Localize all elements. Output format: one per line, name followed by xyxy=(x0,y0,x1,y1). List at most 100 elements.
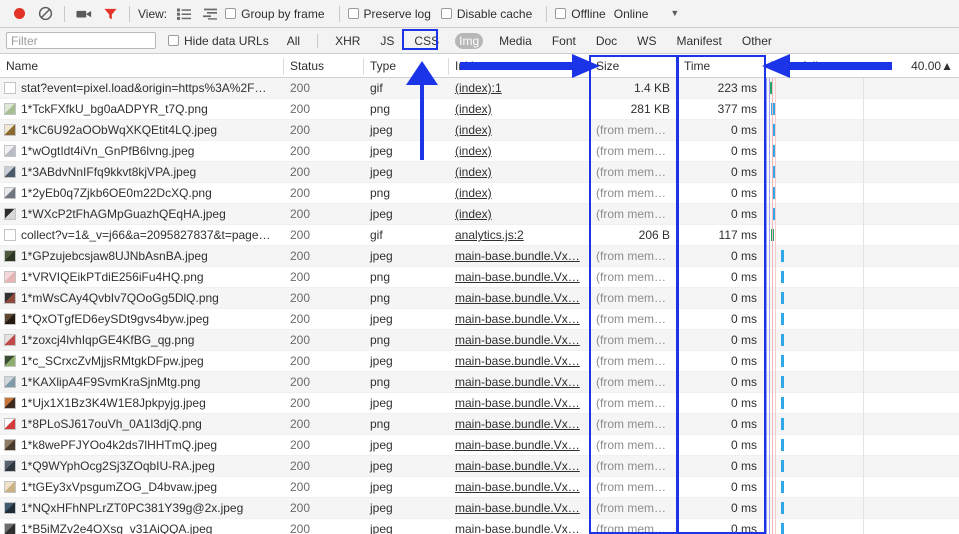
cell-name[interactable]: 1*2yEb0q7Zjkb6OE0m22DcXQ.png xyxy=(0,183,283,203)
filter-type-img[interactable]: Img xyxy=(455,32,484,49)
initiator-link[interactable]: main-base.bundle.Vx… xyxy=(455,375,580,389)
table-body[interactable]: stat?event=pixel.load&origin=https%3A%2F… xyxy=(0,78,959,534)
initiator-link[interactable]: (index) xyxy=(455,207,492,221)
cell-waterfall[interactable] xyxy=(765,519,959,534)
column-header-name[interactable]: Name xyxy=(0,55,283,77)
table-row[interactable]: collect?v=1&_v=j66&a=2095827837&t=page… 2… xyxy=(0,225,959,246)
column-header-time[interactable]: Time xyxy=(678,55,764,77)
waterfall-view-button[interactable] xyxy=(197,1,223,27)
cell-waterfall[interactable] xyxy=(765,456,959,477)
table-row[interactable]: 1*TckFXfkU_bg0aADPYR_t7Q.png 200 png (index… xyxy=(0,99,959,120)
cell-name[interactable]: 1*WXcP2tFhAGMpGuazhQEqHA.jpeg xyxy=(0,204,283,224)
table-row[interactable]: 1*Q9WYphOcg2Sj3ZOqbIU-RA.jpeg 200 jpeg main… xyxy=(0,456,959,477)
table-row[interactable]: 1*2yEb0q7Zjkb6OE0m22DcXQ.png 200 png (index… xyxy=(0,183,959,204)
capture-screenshots-button[interactable] xyxy=(71,1,97,27)
initiator-link[interactable]: main-base.bundle.Vx… xyxy=(455,333,580,347)
filter-toggle-button[interactable] xyxy=(97,1,123,27)
cell-waterfall[interactable] xyxy=(765,330,959,351)
list-view-button[interactable] xyxy=(171,1,197,27)
initiator-link[interactable]: analytics.js:2 xyxy=(455,228,524,242)
table-row[interactable]: 1*8PLoSJ617ouVh_0A1l3djQ.png 200 png main-b… xyxy=(0,414,959,435)
filter-type-all[interactable]: All xyxy=(283,33,304,49)
filter-type-doc[interactable]: Doc xyxy=(592,33,621,49)
table-row[interactable]: 1*kC6U92aOObWqXKQEtit4LQ.jpeg 200 jpeg (ind… xyxy=(0,120,959,141)
initiator-link[interactable]: (index) xyxy=(455,165,492,179)
cell-waterfall[interactable] xyxy=(765,225,959,246)
initiator-link[interactable]: (index) xyxy=(455,186,492,200)
cell-name[interactable]: 1*c_SCrxcZvMjjsRMtgkDFpw.jpeg xyxy=(0,351,283,371)
cell-waterfall[interactable] xyxy=(765,162,959,183)
cell-name[interactable]: 1*kC6U92aOObWqXKQEtit4LQ.jpeg xyxy=(0,120,283,140)
column-header-initiator[interactable]: Initiator xyxy=(449,55,589,77)
cell-name[interactable]: 1*wOgtIdt4iVn_GnPfB6lvng.jpeg xyxy=(0,141,283,161)
cell-name[interactable]: 1*B5iMZv2e4OXsg_v31AiQQA.jpeg xyxy=(0,519,283,534)
initiator-link[interactable]: main-base.bundle.Vx… xyxy=(455,417,580,431)
table-row[interactable]: 1*3ABdvNnIFfq9kkvt8kjVPA.jpeg 200 jpeg (ind… xyxy=(0,162,959,183)
initiator-link[interactable]: main-base.bundle.Vx… xyxy=(455,459,580,473)
column-header-size[interactable]: Size xyxy=(590,55,677,77)
cell-name[interactable]: 1*Ujx1X1Bz3K4W1E8Jpkpyjg.jpeg xyxy=(0,393,283,413)
cell-name[interactable]: collect?v=1&_v=j66&a=2095827837&t=page… xyxy=(0,225,283,245)
table-row[interactable]: stat?event=pixel.load&origin=https%3A%2F… xyxy=(0,78,959,99)
cell-waterfall[interactable] xyxy=(765,78,959,99)
filter-type-media[interactable]: Media xyxy=(495,33,536,49)
cell-name[interactable]: 1*VRVIQEikPTdiE256iFu4HQ.png xyxy=(0,267,283,287)
cell-name[interactable]: 1*QxOTgfED6eySDt9gvs4byw.jpeg xyxy=(0,309,283,329)
filter-type-other[interactable]: Other xyxy=(738,33,776,49)
table-row[interactable]: 1*k8wePFJYOo4k2ds7lHHTmQ.jpeg 200 jpeg main… xyxy=(0,435,959,456)
initiator-link[interactable]: main-base.bundle.Vx… xyxy=(455,291,580,305)
cell-waterfall[interactable] xyxy=(765,204,959,225)
initiator-link[interactable]: main-base.bundle.Vx… xyxy=(455,438,580,452)
cell-name[interactable]: 1*3ABdvNnIFfq9kkvt8kjVPA.jpeg xyxy=(0,162,283,182)
table-row[interactable]: 1*tGEy3xVpsgumZOG_D4bvaw.jpeg 200 jpeg main… xyxy=(0,477,959,498)
cell-waterfall[interactable] xyxy=(765,267,959,288)
disable-cache-checkbox[interactable]: Disable cache xyxy=(440,7,532,21)
cell-name[interactable]: stat?event=pixel.load&origin=https%3A%2F… xyxy=(0,78,283,98)
cell-waterfall[interactable] xyxy=(765,246,959,267)
cell-name[interactable]: 1*zoxcj4lvhIqpGE4KfBG_qg.png xyxy=(0,330,283,350)
table-row[interactable]: 1*VRVIQEikPTdiE256iFu4HQ.png 200 png main-b… xyxy=(0,267,959,288)
table-row[interactable]: 1*GPzujebcsjaw8UJNbAsnBA.jpeg 200 jpeg main… xyxy=(0,246,959,267)
column-header-status[interactable]: Status xyxy=(284,55,363,77)
clear-button[interactable] xyxy=(32,1,58,27)
initiator-link[interactable]: main-base.bundle.Vx… xyxy=(455,522,580,534)
column-header-type[interactable]: Type xyxy=(364,55,448,77)
cell-waterfall[interactable] xyxy=(765,99,959,120)
cell-waterfall[interactable] xyxy=(765,351,959,372)
cell-waterfall[interactable] xyxy=(765,498,959,519)
filter-type-xhr[interactable]: XHR xyxy=(331,33,364,49)
cell-waterfall[interactable] xyxy=(765,477,959,498)
cell-waterfall[interactable] xyxy=(765,435,959,456)
filter-type-manifest[interactable]: Manifest xyxy=(673,33,726,49)
table-row[interactable]: 1*KAXlipA4F9SvmKraSjnMtg.png 200 png main-b… xyxy=(0,372,959,393)
initiator-link[interactable]: main-base.bundle.Vx… xyxy=(455,270,580,284)
filter-input[interactable] xyxy=(6,32,156,49)
column-header-waterfall[interactable]: Waterfall xyxy=(765,55,885,77)
filter-type-font[interactable]: Font xyxy=(548,33,580,49)
cell-waterfall[interactable] xyxy=(765,309,959,330)
initiator-link[interactable]: (index) xyxy=(455,123,492,137)
group-by-frame-checkbox[interactable]: Group by frame xyxy=(225,7,325,21)
initiator-link[interactable]: main-base.bundle.Vx… xyxy=(455,396,580,410)
cell-waterfall[interactable] xyxy=(765,393,959,414)
cell-name[interactable]: 1*TckFXfkU_bg0aADPYR_t7Q.png xyxy=(0,99,283,119)
cell-name[interactable]: 1*NQxHFhNPLrZT0PC381Y39g@2x.jpeg xyxy=(0,498,283,518)
preserve-log-checkbox[interactable]: Preserve log xyxy=(347,7,431,21)
table-row[interactable]: 1*QxOTgfED6eySDt9gvs4byw.jpeg 200 jpeg main… xyxy=(0,309,959,330)
cell-waterfall[interactable] xyxy=(765,288,959,309)
offline-checkbox[interactable]: Offline xyxy=(555,7,606,21)
filter-type-ws[interactable]: WS xyxy=(633,33,660,49)
initiator-link[interactable]: (index):1 xyxy=(455,81,502,95)
record-button[interactable] xyxy=(6,1,32,27)
cell-name[interactable]: 1*KAXlipA4F9SvmKraSjnMtg.png xyxy=(0,372,283,392)
cell-name[interactable]: 1*tGEy3xVpsgumZOG_D4bvaw.jpeg xyxy=(0,477,283,497)
hide-data-urls-checkbox[interactable]: Hide data URLs xyxy=(168,34,269,48)
initiator-link[interactable]: (index) xyxy=(455,102,492,116)
initiator-link[interactable]: main-base.bundle.Vx… xyxy=(455,354,580,368)
table-row[interactable]: 1*c_SCrxcZvMjjsRMtgkDFpw.jpeg 200 jpeg main… xyxy=(0,351,959,372)
cell-name[interactable]: 1*8PLoSJ617ouVh_0A1l3djQ.png xyxy=(0,414,283,434)
cell-waterfall[interactable] xyxy=(765,183,959,204)
table-row[interactable]: 1*B5iMZv2e4OXsg_v31AiQQA.jpeg 200 jpeg main… xyxy=(0,519,959,534)
throttling-select[interactable]: Online ▼ xyxy=(614,7,680,21)
cell-waterfall[interactable] xyxy=(765,414,959,435)
